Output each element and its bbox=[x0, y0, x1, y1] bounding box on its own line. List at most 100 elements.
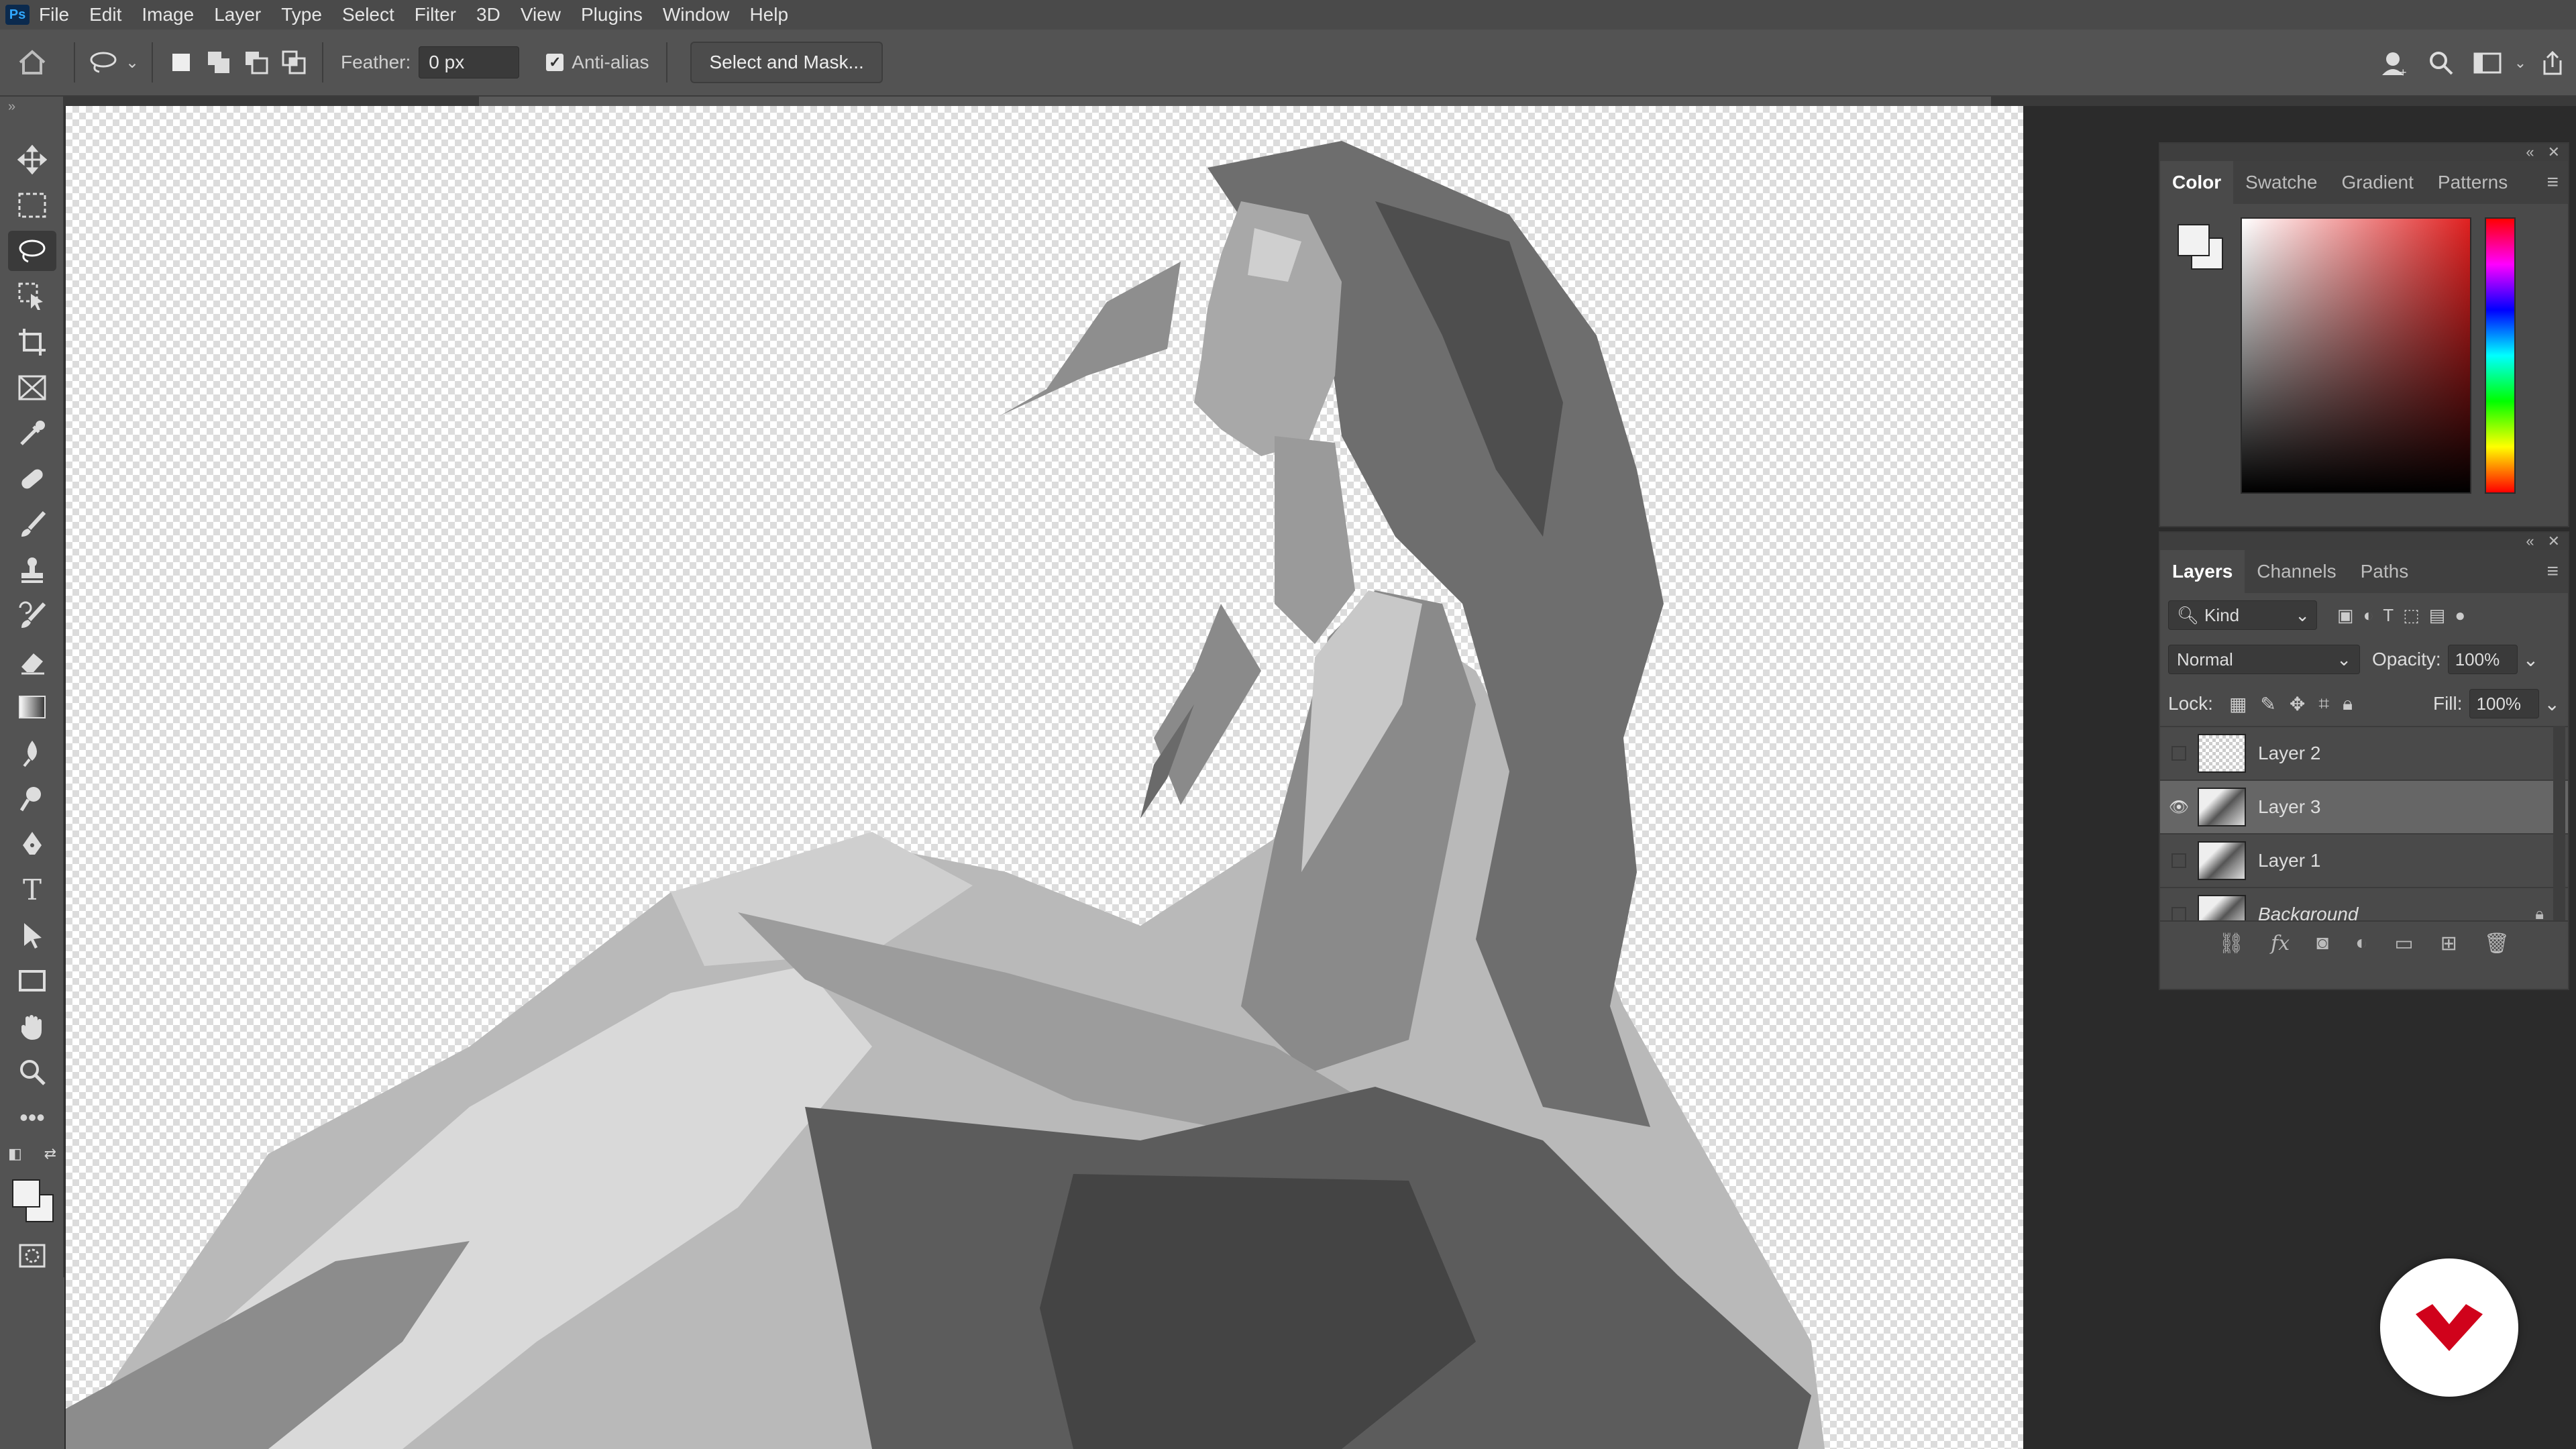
anti-alias-checkbox[interactable]: ✓ bbox=[546, 54, 564, 71]
layer-row[interactable]: Layer 1 bbox=[2160, 833, 2568, 887]
collapse-panel-icon[interactable]: « bbox=[2526, 533, 2534, 550]
foreground-background-color-icon[interactable] bbox=[8, 1170, 56, 1230]
menu-view[interactable]: View bbox=[521, 4, 561, 25]
gradient-tool-icon[interactable] bbox=[8, 687, 56, 727]
document-canvas[interactable] bbox=[66, 106, 2023, 1449]
color-field[interactable] bbox=[2241, 217, 2471, 494]
marquee-tool-icon[interactable] bbox=[8, 185, 56, 225]
hand-tool-icon[interactable] bbox=[8, 1006, 56, 1046]
object-selection-tool-icon[interactable] bbox=[8, 276, 56, 317]
menu-filter[interactable]: Filter bbox=[415, 4, 456, 25]
tab-gradients[interactable]: Gradient bbox=[2330, 161, 2426, 204]
select-and-mask-button[interactable]: Select and Mask... bbox=[690, 42, 883, 83]
crop-tool-icon[interactable] bbox=[8, 322, 56, 362]
layers-scrollbar[interactable] bbox=[2553, 726, 2565, 920]
blend-mode-select[interactable]: Normal ⌄ bbox=[2168, 645, 2360, 674]
menu-3d[interactable]: 3D bbox=[476, 4, 500, 25]
collapse-panel-icon[interactable]: « bbox=[2526, 144, 2534, 161]
search-icon[interactable] bbox=[2418, 44, 2465, 82]
lock-position-icon[interactable]: ✥ bbox=[2290, 693, 2305, 715]
home-icon[interactable] bbox=[0, 44, 64, 81]
subtract-from-selection-icon[interactable] bbox=[237, 44, 275, 81]
pixel-filter-icon[interactable]: ▣ bbox=[2337, 605, 2354, 626]
default-colors-icon[interactable]: ◧ ⇄ bbox=[8, 1140, 56, 1167]
share-user-icon[interactable]: + bbox=[2371, 44, 2418, 82]
tab-swatches[interactable]: Swatche bbox=[2233, 161, 2329, 204]
clone-stamp-tool-icon[interactable] bbox=[8, 550, 56, 590]
layer-style-icon[interactable]: fx bbox=[2271, 932, 2290, 955]
eraser-tool-icon[interactable] bbox=[8, 641, 56, 682]
type-tool-icon[interactable]: T bbox=[8, 869, 56, 910]
menu-file[interactable]: File bbox=[39, 4, 69, 25]
menu-help[interactable]: Help bbox=[749, 4, 788, 25]
smart-object-filter-icon[interactable]: ▤ bbox=[2429, 605, 2446, 626]
lock-image-icon[interactable]: ✎ bbox=[2260, 693, 2275, 715]
menu-type[interactable]: Type bbox=[281, 4, 322, 25]
tab-paths[interactable]: Paths bbox=[2349, 550, 2421, 593]
chevron-down-icon[interactable]: ⌄ bbox=[2512, 44, 2529, 82]
panel-menu-icon[interactable]: ≡ bbox=[2546, 560, 2559, 583]
layer-row[interactable]: Background 🔒︎ bbox=[2160, 887, 2568, 920]
new-group-icon[interactable]: ▭ bbox=[2394, 932, 2413, 955]
lasso-tool-icon[interactable] bbox=[8, 231, 56, 271]
new-selection-icon[interactable] bbox=[162, 44, 200, 81]
chevron-down-icon[interactable]: ⌄ bbox=[2544, 693, 2560, 715]
visibility-toggle[interactable] bbox=[2171, 907, 2186, 920]
tab-layers[interactable]: Layers bbox=[2160, 550, 2245, 593]
history-brush-tool-icon[interactable] bbox=[8, 596, 56, 636]
move-tool-icon[interactable] bbox=[8, 140, 56, 180]
tab-color[interactable]: Color bbox=[2160, 161, 2234, 204]
menu-plugins[interactable]: Plugins bbox=[581, 4, 643, 25]
menu-layer[interactable]: Layer bbox=[214, 4, 261, 25]
panel-menu-icon[interactable]: ≡ bbox=[2546, 171, 2559, 194]
menu-edit[interactable]: Edit bbox=[89, 4, 121, 25]
add-to-selection-icon[interactable] bbox=[200, 44, 237, 81]
menu-image[interactable]: Image bbox=[142, 4, 194, 25]
menu-window[interactable]: Window bbox=[663, 4, 730, 25]
adjustment-layer-icon[interactable]: ◐ bbox=[2355, 932, 2367, 955]
close-panel-icon[interactable]: ✕ bbox=[2548, 533, 2560, 550]
filter-toggle-icon[interactable]: ● bbox=[2455, 605, 2465, 626]
eye-icon[interactable]: 👁︎ bbox=[2160, 798, 2198, 817]
share-icon[interactable] bbox=[2529, 44, 2576, 82]
blur-tool-icon[interactable] bbox=[8, 733, 56, 773]
quick-mask-icon[interactable] bbox=[8, 1236, 56, 1276]
lock-all-icon[interactable]: 🔒︎ bbox=[2343, 693, 2353, 715]
filter-kind-select[interactable]: 🔍︎ Kind ⌄ bbox=[2168, 600, 2317, 630]
delete-layer-icon[interactable]: 🗑︎ bbox=[2484, 932, 2510, 955]
visibility-toggle[interactable] bbox=[2171, 853, 2186, 868]
link-layers-icon[interactable]: ⛓︎ bbox=[2218, 932, 2244, 955]
tab-channels[interactable]: Channels bbox=[2245, 550, 2348, 593]
layer-row[interactable]: Layer 2 bbox=[2160, 726, 2568, 780]
lock-artboard-icon[interactable]: ⌗ bbox=[2318, 693, 2329, 715]
visibility-toggle[interactable] bbox=[2171, 746, 2186, 761]
feather-input[interactable]: 0 px bbox=[419, 46, 520, 78]
fg-bg-swatch[interactable] bbox=[2178, 224, 2223, 270]
rectangle-tool-icon[interactable] bbox=[8, 961, 56, 1001]
fill-input[interactable]: 100% bbox=[2469, 689, 2539, 718]
zoom-tool-icon[interactable] bbox=[8, 1052, 56, 1092]
layer-row[interactable]: 👁︎ Layer 3 bbox=[2160, 780, 2568, 833]
pen-tool-icon[interactable] bbox=[8, 824, 56, 864]
chevron-down-icon[interactable]: ⌄ bbox=[2523, 649, 2538, 671]
close-panel-icon[interactable]: ✕ bbox=[2548, 144, 2560, 161]
shape-filter-icon[interactable]: ⬚ bbox=[2403, 605, 2420, 626]
workspace-icon[interactable] bbox=[2465, 44, 2512, 82]
tab-patterns[interactable]: Patterns bbox=[2426, 161, 2520, 204]
foreground-color-swatch[interactable] bbox=[2178, 224, 2210, 256]
type-filter-icon[interactable]: T bbox=[2383, 605, 2394, 626]
healing-brush-tool-icon[interactable] bbox=[8, 459, 56, 499]
more-tools-icon[interactable]: ••• bbox=[8, 1097, 56, 1138]
new-layer-icon[interactable]: ⊞ bbox=[2440, 932, 2457, 955]
hue-slider[interactable] bbox=[2485, 217, 2516, 494]
add-mask-icon[interactable]: ◙ bbox=[2316, 932, 2328, 955]
eyedropper-tool-icon[interactable] bbox=[8, 413, 56, 453]
document-scrollbar[interactable] bbox=[479, 97, 1991, 106]
path-selection-tool-icon[interactable] bbox=[8, 915, 56, 955]
lasso-tool-icon[interactable] bbox=[85, 44, 122, 81]
chevron-down-icon[interactable]: ⌄ bbox=[122, 44, 142, 81]
dodge-tool-icon[interactable] bbox=[8, 778, 56, 818]
collapse-toolbar-icon[interactable]: » bbox=[8, 99, 56, 114]
adjustment-filter-icon[interactable]: ◐ bbox=[2363, 605, 2374, 626]
frame-tool-icon[interactable] bbox=[8, 368, 56, 408]
